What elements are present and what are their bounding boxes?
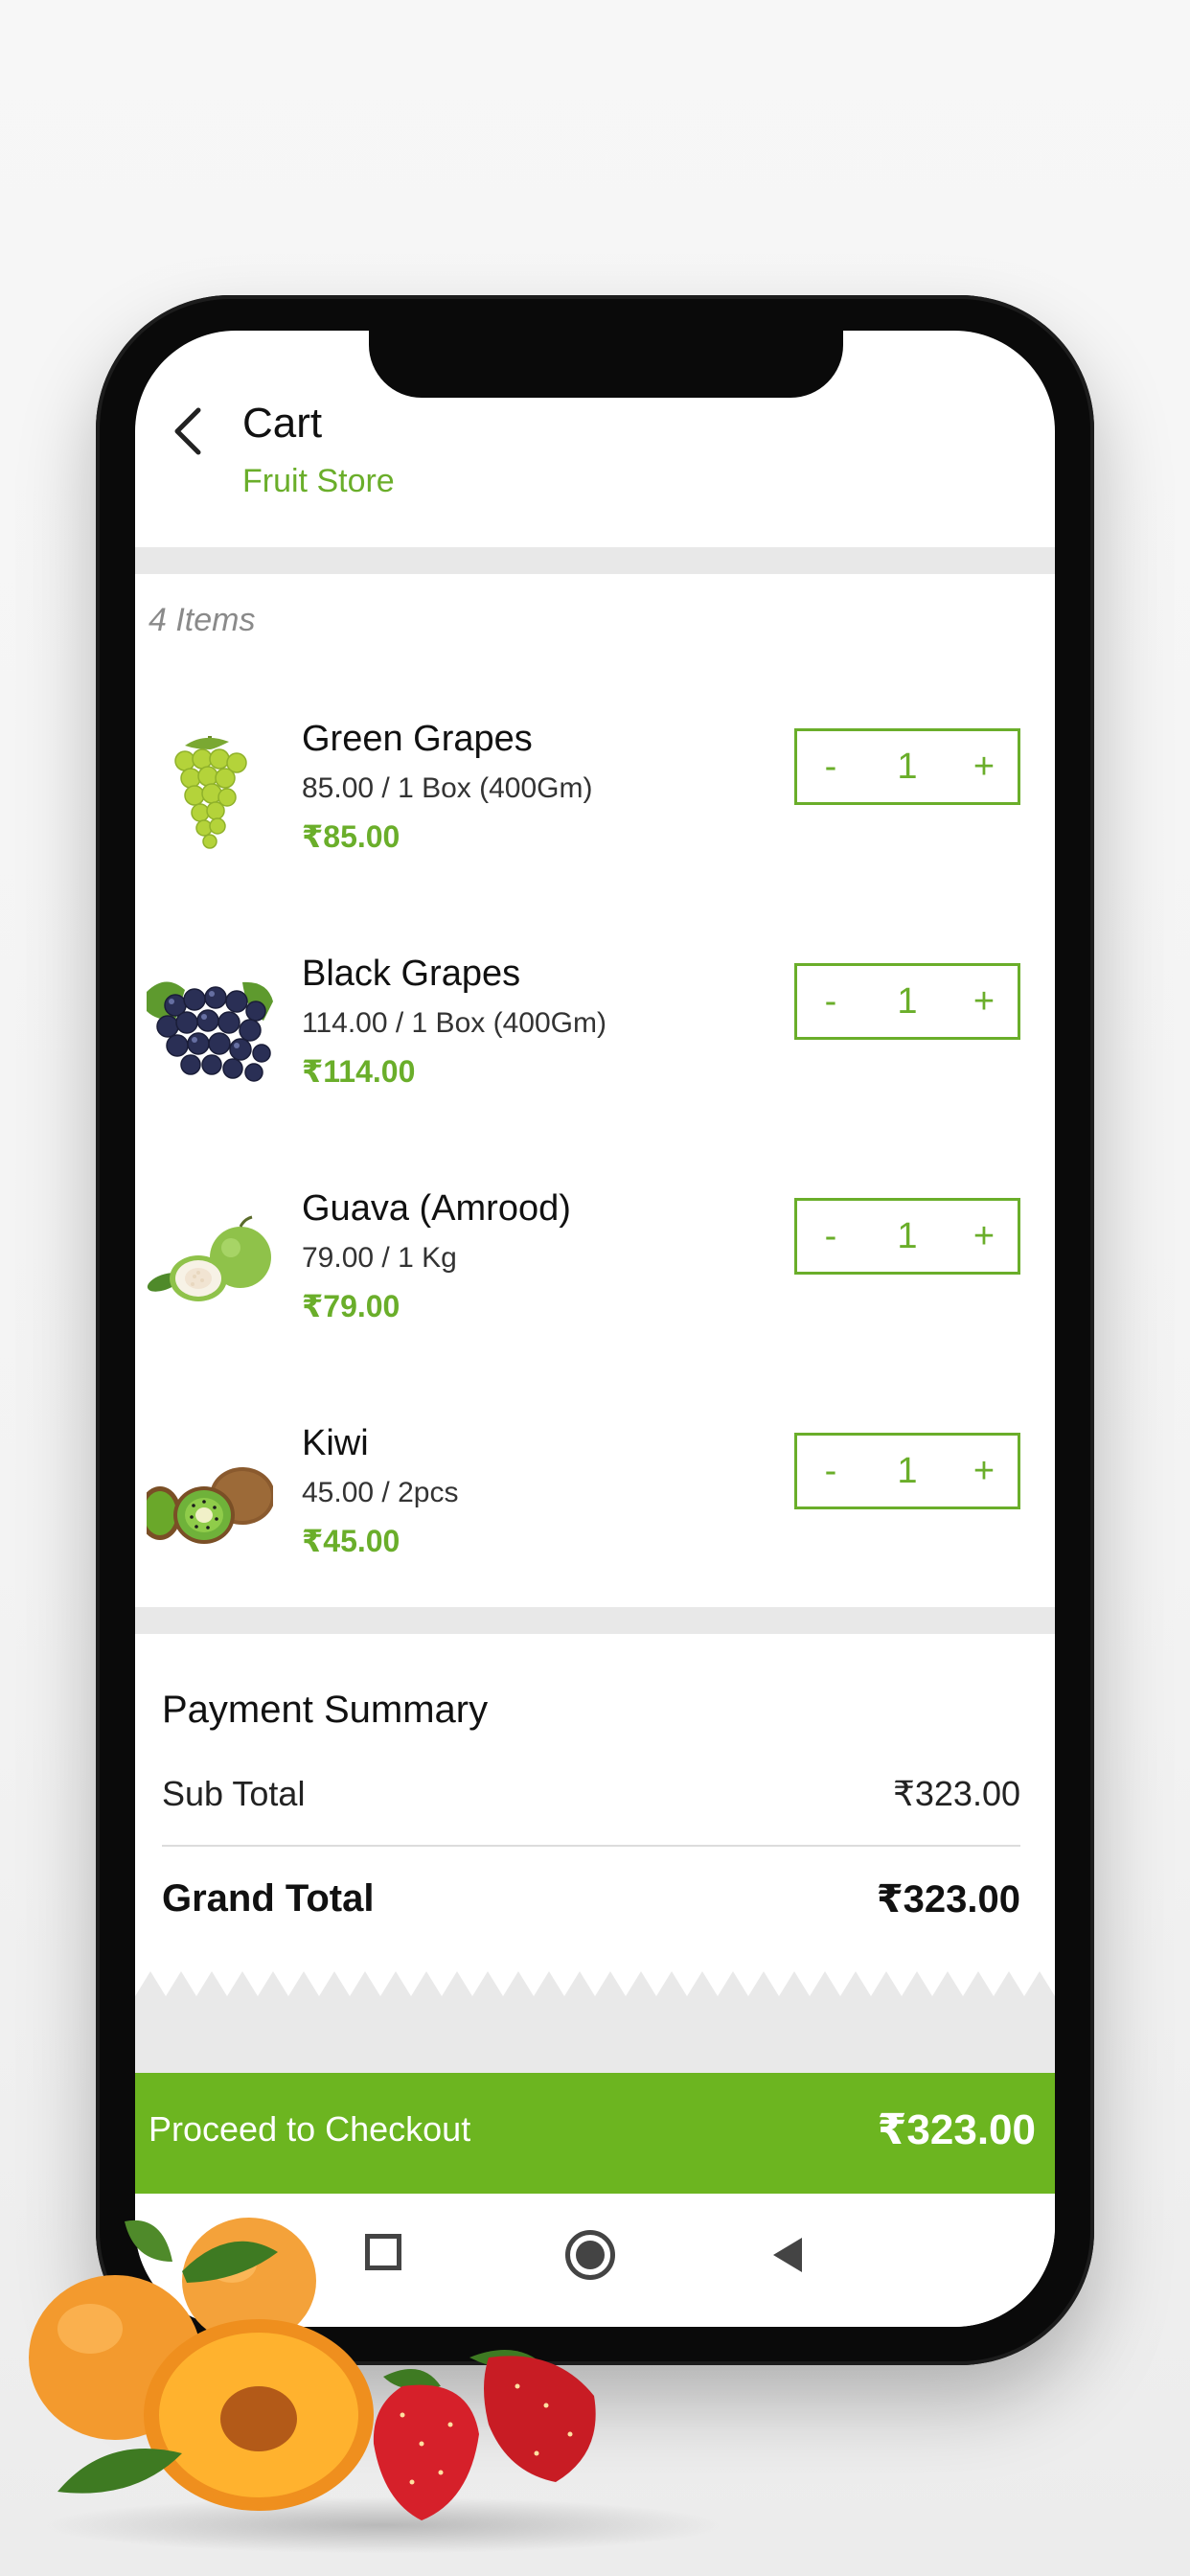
proceed-to-checkout-button[interactable]: Proceed to Checkout ₹323.00: [135, 2073, 1055, 2194]
app-screen: Cart Fruit Store 4 Items Green Grapes 85…: [135, 331, 1055, 2327]
cart-item-green-grapes: Green Grapes 85.00 / 1 Box (400Gm) ₹85.0…: [135, 719, 1055, 910]
checkout-label: Proceed to Checkout: [149, 2109, 471, 2149]
kiwi-image: [147, 1467, 273, 1544]
summary-divider: [162, 1845, 1020, 1847]
back-triangle-icon[interactable]: [769, 2234, 808, 2276]
item-price: ₹45.00: [302, 1524, 400, 1558]
back-arrow-icon[interactable]: [164, 402, 212, 460]
quantity-value: 1: [897, 746, 918, 787]
item-price: ₹85.00: [302, 819, 400, 854]
increase-button[interactable]: +: [950, 747, 1018, 788]
quantity-value: 1: [897, 980, 918, 1022]
increase-button[interactable]: +: [950, 1216, 1018, 1257]
page-title: Cart: [242, 400, 323, 447]
item-description: 79.00 / 1 Kg: [302, 1242, 457, 1274]
guava-image: [147, 1215, 271, 1301]
cart-item-kiwi: Kiwi 45.00 / 2pcs ₹45.00 - 1 +: [135, 1423, 1055, 1615]
quantity-value: 1: [897, 1215, 918, 1256]
decrease-button[interactable]: -: [797, 1216, 864, 1257]
quantity-stepper: - 1 +: [794, 963, 1020, 1040]
item-description: 45.00 / 2pcs: [302, 1477, 459, 1508]
phone-notch: [369, 331, 843, 398]
cart-item-black-grapes: Black Grapes 114.00 / 1 Box (400Gm) ₹114…: [135, 954, 1055, 1145]
checkout-amount: ₹323.00: [877, 2106, 1036, 2153]
items-count: 4 Items: [149, 602, 256, 638]
increase-button[interactable]: +: [950, 981, 1018, 1023]
quantity-stepper: - 1 +: [794, 728, 1020, 805]
decrease-button[interactable]: -: [797, 1451, 864, 1492]
item-name: Black Grapes: [302, 954, 521, 994]
black-grapes-image: [147, 981, 273, 1082]
sub-total-label: Sub Total: [162, 1774, 306, 1813]
payment-summary-title: Payment Summary: [162, 1689, 489, 1731]
item-description: 114.00 / 1 Box (400Gm): [302, 1007, 606, 1039]
sub-total-value: ₹323.00: [892, 1774, 1020, 1813]
decrease-button[interactable]: -: [797, 747, 864, 788]
section-divider: [135, 1607, 1055, 1634]
item-name: Kiwi: [302, 1423, 369, 1463]
grand-total-label: Grand Total: [162, 1877, 375, 1920]
increase-button[interactable]: +: [950, 1451, 1018, 1492]
decorative-fruits-image: [29, 2218, 596, 2520]
decrease-button[interactable]: -: [797, 981, 864, 1023]
quantity-stepper: - 1 +: [794, 1433, 1020, 1509]
green-grapes-image: [174, 736, 247, 849]
quantity-value: 1: [897, 1450, 918, 1491]
item-description: 85.00 / 1 Box (400Gm): [302, 772, 593, 804]
item-name: Green Grapes: [302, 719, 533, 759]
item-price: ₹114.00: [302, 1054, 416, 1089]
item-price: ₹79.00: [302, 1289, 400, 1323]
quantity-stepper: - 1 +: [794, 1198, 1020, 1275]
grand-total-value: ₹323.00: [876, 1878, 1020, 1920]
cart-item-guava: Guava (Amrood) 79.00 / 1 Kg ₹79.00 - 1 +: [135, 1188, 1055, 1380]
receipt-edge-divider: [135, 1971, 1055, 2073]
section-divider: [135, 547, 1055, 574]
store-name: Fruit Store: [242, 463, 395, 499]
item-name: Guava (Amrood): [302, 1188, 571, 1229]
